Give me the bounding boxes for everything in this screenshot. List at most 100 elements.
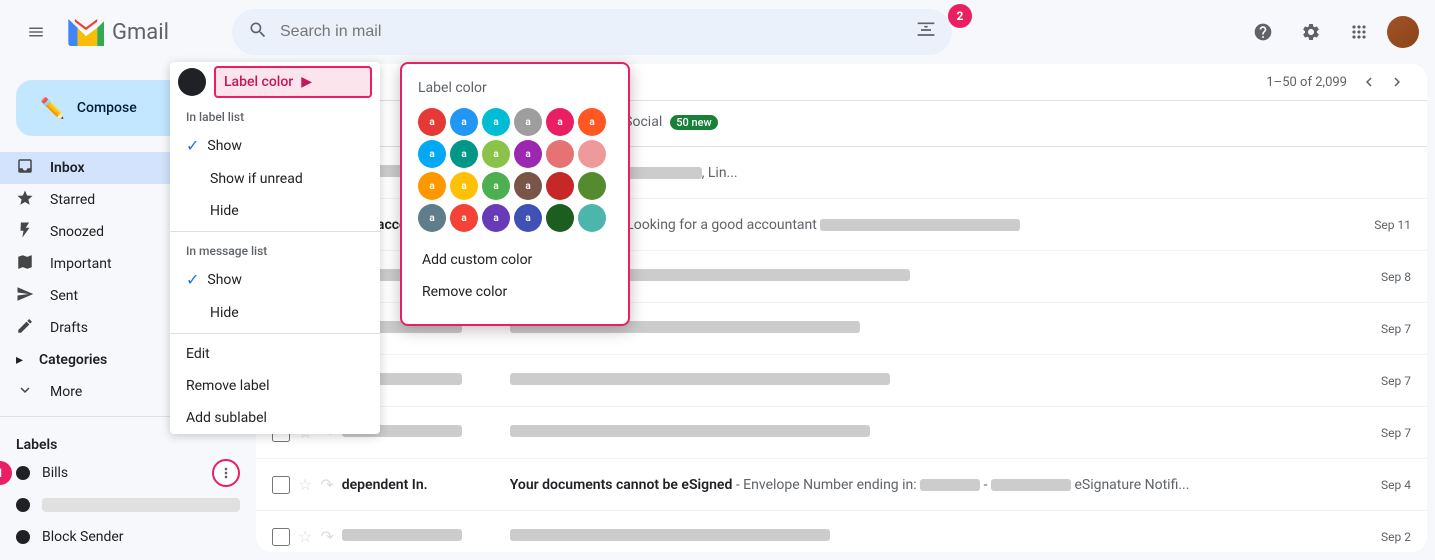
remove-color-label: Remove color <box>422 284 507 300</box>
email-checkbox[interactable] <box>272 476 290 494</box>
color-swatch[interactable]: a <box>578 108 606 136</box>
sent-icon <box>16 285 34 307</box>
color-swatch[interactable]: a <box>482 108 510 136</box>
color-swatch[interactable] <box>546 140 574 168</box>
block-label: Block Sender <box>42 529 240 545</box>
color-swatch[interactable]: a <box>514 140 542 168</box>
more-icon <box>16 381 34 403</box>
add-sublabel-item[interactable]: Add sublabel <box>170 402 380 434</box>
color-row-2: a a a a <box>418 140 612 168</box>
label-color-label: Label color <box>224 74 293 90</box>
star-button[interactable]: ☆ <box>298 475 312 494</box>
email-content: good accountant - Looking for a good acc… <box>510 217 1367 233</box>
color-swatch[interactable] <box>546 172 574 200</box>
forward-icon: ↷ <box>320 475 333 494</box>
compose-icon: ✏️ <box>40 96 65 120</box>
prev-page-button[interactable] <box>1355 68 1383 96</box>
email-date: Sep 8 <box>1381 270 1411 284</box>
label-item-2[interactable] <box>16 489 240 521</box>
hide-in-list-item[interactable]: Hide <box>170 195 380 227</box>
sent-label: Sent <box>50 288 78 304</box>
header-left: Gmail <box>16 12 216 52</box>
hide-in-message-item[interactable]: Hide <box>170 297 380 329</box>
star-button[interactable]: ☆ <box>298 527 312 546</box>
color-swatch[interactable]: a <box>482 140 510 168</box>
show-in-message-item[interactable]: ✓ Show <box>170 262 380 297</box>
avatar[interactable] <box>1387 16 1419 48</box>
email-row[interactable]: ☆ ↷ dependent In. Your documents cannot … <box>256 459 1427 511</box>
social-badge: 50 new <box>670 115 717 130</box>
help-button[interactable] <box>1243 12 1283 52</box>
search-icon <box>248 20 268 45</box>
snooze-icon <box>16 221 34 243</box>
color-swatch[interactable]: a <box>418 172 446 200</box>
hide-msg-label: Hide <box>210 305 239 321</box>
color-swatch[interactable]: a <box>546 108 574 136</box>
color-swatch[interactable] <box>578 204 606 232</box>
add-custom-color-option[interactable]: Add custom color <box>418 244 612 276</box>
email-sender: dependent In. <box>342 477 502 493</box>
label-item-bills[interactable]: 1 Bills <box>16 457 240 489</box>
labels-title: Labels <box>16 433 240 457</box>
color-swatch[interactable] <box>578 140 606 168</box>
color-swatch[interactable]: a <box>418 204 446 232</box>
gmail-logo: Gmail <box>68 19 169 46</box>
in-message-list-section: In message list <box>170 236 380 262</box>
show-in-list-item[interactable]: ✓ Show <box>170 128 380 163</box>
color-swatch[interactable]: a <box>418 140 446 168</box>
color-swatch[interactable]: a <box>450 204 478 232</box>
next-page-button[interactable] <box>1383 68 1411 96</box>
edit-item[interactable]: Edit <box>170 338 380 370</box>
email-date: Sep 7 <box>1381 322 1411 336</box>
show-if-unread-item[interactable]: Show if unread <box>170 163 380 195</box>
color-swatch[interactable]: a <box>514 108 542 136</box>
check-icon-2: ✓ <box>186 270 199 289</box>
annotation-2: 2 <box>948 4 972 28</box>
color-swatch[interactable]: a <box>482 204 510 232</box>
menu-button[interactable] <box>16 12 56 52</box>
app-header: Gmail 2 <box>0 0 1435 64</box>
email-row[interactable]: ☆ ↷ Sep 7 <box>256 407 1427 459</box>
email-date: Sep 7 <box>1381 374 1411 388</box>
search-bar[interactable] <box>232 9 952 55</box>
color-swatch[interactable] <box>546 204 574 232</box>
settings-button[interactable] <box>1291 12 1331 52</box>
color-swatch[interactable]: a <box>450 108 478 136</box>
categories-label: Categories <box>39 352 107 368</box>
add-sublabel-text: Add sublabel <box>186 410 267 426</box>
color-swatch[interactable] <box>578 172 606 200</box>
search-input[interactable] <box>280 23 904 41</box>
color-swatch[interactable]: a <box>482 172 510 200</box>
show-if-unread-label: Show if unread <box>210 171 303 187</box>
important-label: Important <box>50 256 112 272</box>
in-label-list-section: In label list <box>170 102 380 128</box>
label-item-block[interactable]: Block Sender <box>16 521 240 553</box>
email-checkbox[interactable] <box>272 528 290 546</box>
label-dot-preview <box>178 68 206 96</box>
apps-button[interactable] <box>1339 12 1379 52</box>
search-filter-icon[interactable] <box>916 20 936 45</box>
remove-label-item[interactable]: Remove label <box>170 370 380 402</box>
compose-label: Compose <box>77 100 137 116</box>
remove-label-text: Remove label <box>186 378 270 394</box>
color-swatch[interactable]: a <box>450 172 478 200</box>
color-grid: a a a a a a a a a a a a a a a a a a <box>418 108 612 232</box>
bills-dot <box>16 466 30 480</box>
color-swatch[interactable]: a <box>514 172 542 200</box>
edit-label: Edit <box>186 346 210 362</box>
color-swatch[interactable]: a <box>418 108 446 136</box>
color-swatch[interactable]: a <box>514 204 542 232</box>
color-swatch[interactable]: a <box>450 140 478 168</box>
email-row[interactable]: ☆ ↷ Sep 7 <box>256 355 1427 407</box>
label-color-item[interactable]: Label color ▶ <box>214 66 372 98</box>
submenu-arrow: ▶ <box>301 74 312 90</box>
menu-divider-1 <box>170 231 380 232</box>
remove-color-option[interactable]: Remove color <box>418 276 612 308</box>
email-content: Your documents cannot be eSigned - Envel… <box>510 477 1373 493</box>
label-menu-button[interactable] <box>212 459 240 487</box>
color-row-4: a a a a <box>418 204 612 232</box>
forward-icon: ↷ <box>320 527 333 546</box>
color-submenu-title: Label color <box>418 80 612 96</box>
more-label: More <box>50 384 82 400</box>
email-row[interactable]: ☆ ↷ Sep 2 <box>256 511 1427 552</box>
